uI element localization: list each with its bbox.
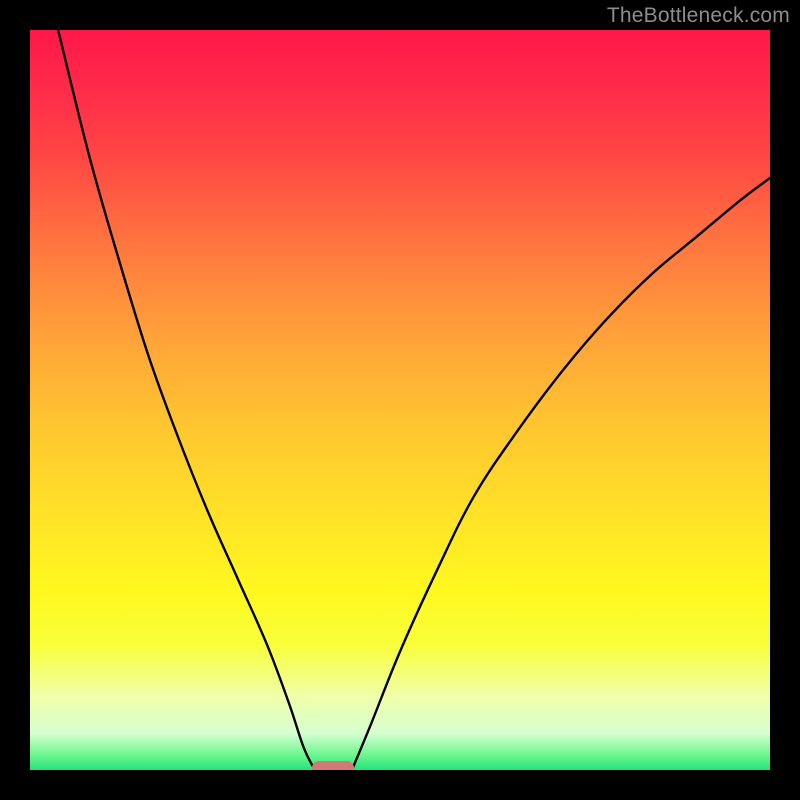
- watermark-text: TheBottleneck.com: [607, 4, 790, 28]
- curve-right-branch: [352, 178, 770, 770]
- plot-area: [30, 30, 770, 770]
- curve-left-branch: [58, 30, 315, 770]
- curve-layer: [30, 30, 770, 770]
- minimum-marker: [312, 761, 354, 770]
- chart-frame: TheBottleneck.com: [0, 0, 800, 800]
